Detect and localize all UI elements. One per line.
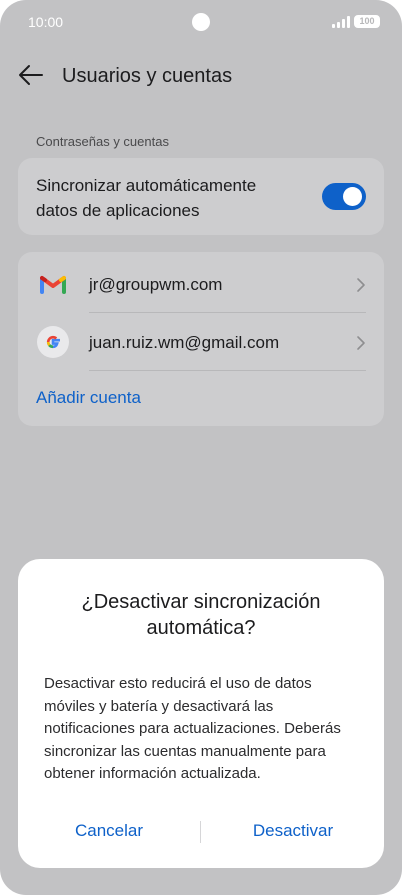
header: Usuarios y cuentas <box>0 56 402 96</box>
status-time: 10:00 <box>28 14 64 30</box>
status-bar: 10:00 100 <box>0 0 402 44</box>
dialog-message: Desactivar esto reducirá el uso de datos… <box>44 675 341 782</box>
section-label: Contraseñas y cuentas <box>36 134 169 149</box>
account-email: jr@groupwm.com <box>89 275 223 294</box>
camera-cutout <box>192 13 210 31</box>
battery-icon: 100 <box>354 15 380 28</box>
sync-card: Sincronizar automáticamente datos de apl… <box>18 158 384 235</box>
deactivate-button[interactable]: Desactivar <box>202 821 384 841</box>
account-row-google[interactable]: juan.ruiz.wm@gmail.com <box>18 313 384 371</box>
disable-sync-dialog: ¿Desactivar sincronización automática? D… <box>18 559 384 868</box>
chevron-right-icon <box>357 336 365 350</box>
sync-label: Sincronizar automáticamente datos de apl… <box>36 176 257 220</box>
dialog-title: ¿Desactivar sincronización automática? <box>81 591 321 639</box>
chevron-right-icon <box>357 278 365 292</box>
accounts-card: jr@groupwm.com juan.ruiz.wm@gmail.com Añ… <box>18 252 384 426</box>
gmail-icon <box>36 269 70 299</box>
signal-icon <box>332 16 350 28</box>
cancel-button[interactable]: Cancelar <box>18 821 200 841</box>
dialog-actions: Cancelar Desactivar <box>18 817 384 847</box>
divider <box>89 370 366 371</box>
arrow-left-icon <box>19 65 43 85</box>
add-account-link[interactable]: Añadir cuenta <box>36 388 141 408</box>
account-email: juan.ruiz.wm@gmail.com <box>89 333 280 352</box>
button-divider <box>200 821 201 843</box>
google-icon <box>36 326 70 358</box>
sync-toggle[interactable] <box>322 183 366 210</box>
account-row-gmail[interactable]: jr@groupwm.com <box>18 255 384 313</box>
screen: 10:00 100 Usuarios y cuentas Contraseñas… <box>0 0 402 895</box>
back-button[interactable] <box>16 62 46 88</box>
toggle-knob <box>343 187 362 206</box>
page-title: Usuarios y cuentas <box>62 65 233 87</box>
